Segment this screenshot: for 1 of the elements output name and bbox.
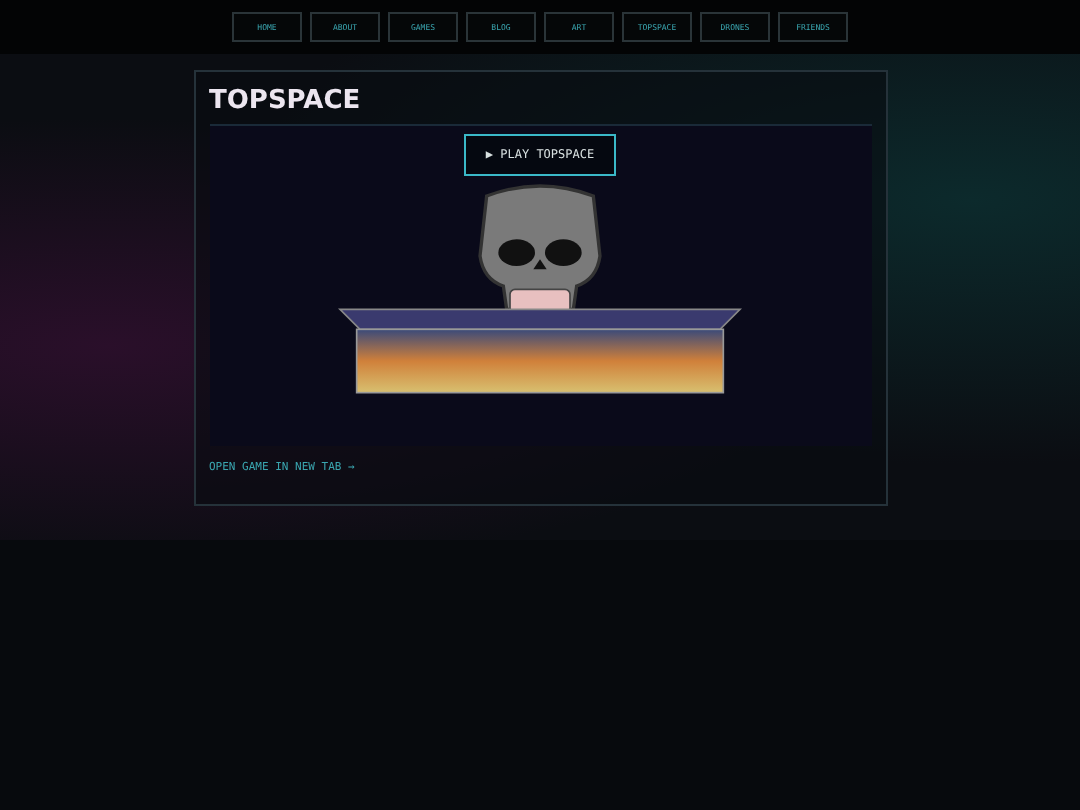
game-title: TOPSPACE bbox=[209, 86, 363, 116]
